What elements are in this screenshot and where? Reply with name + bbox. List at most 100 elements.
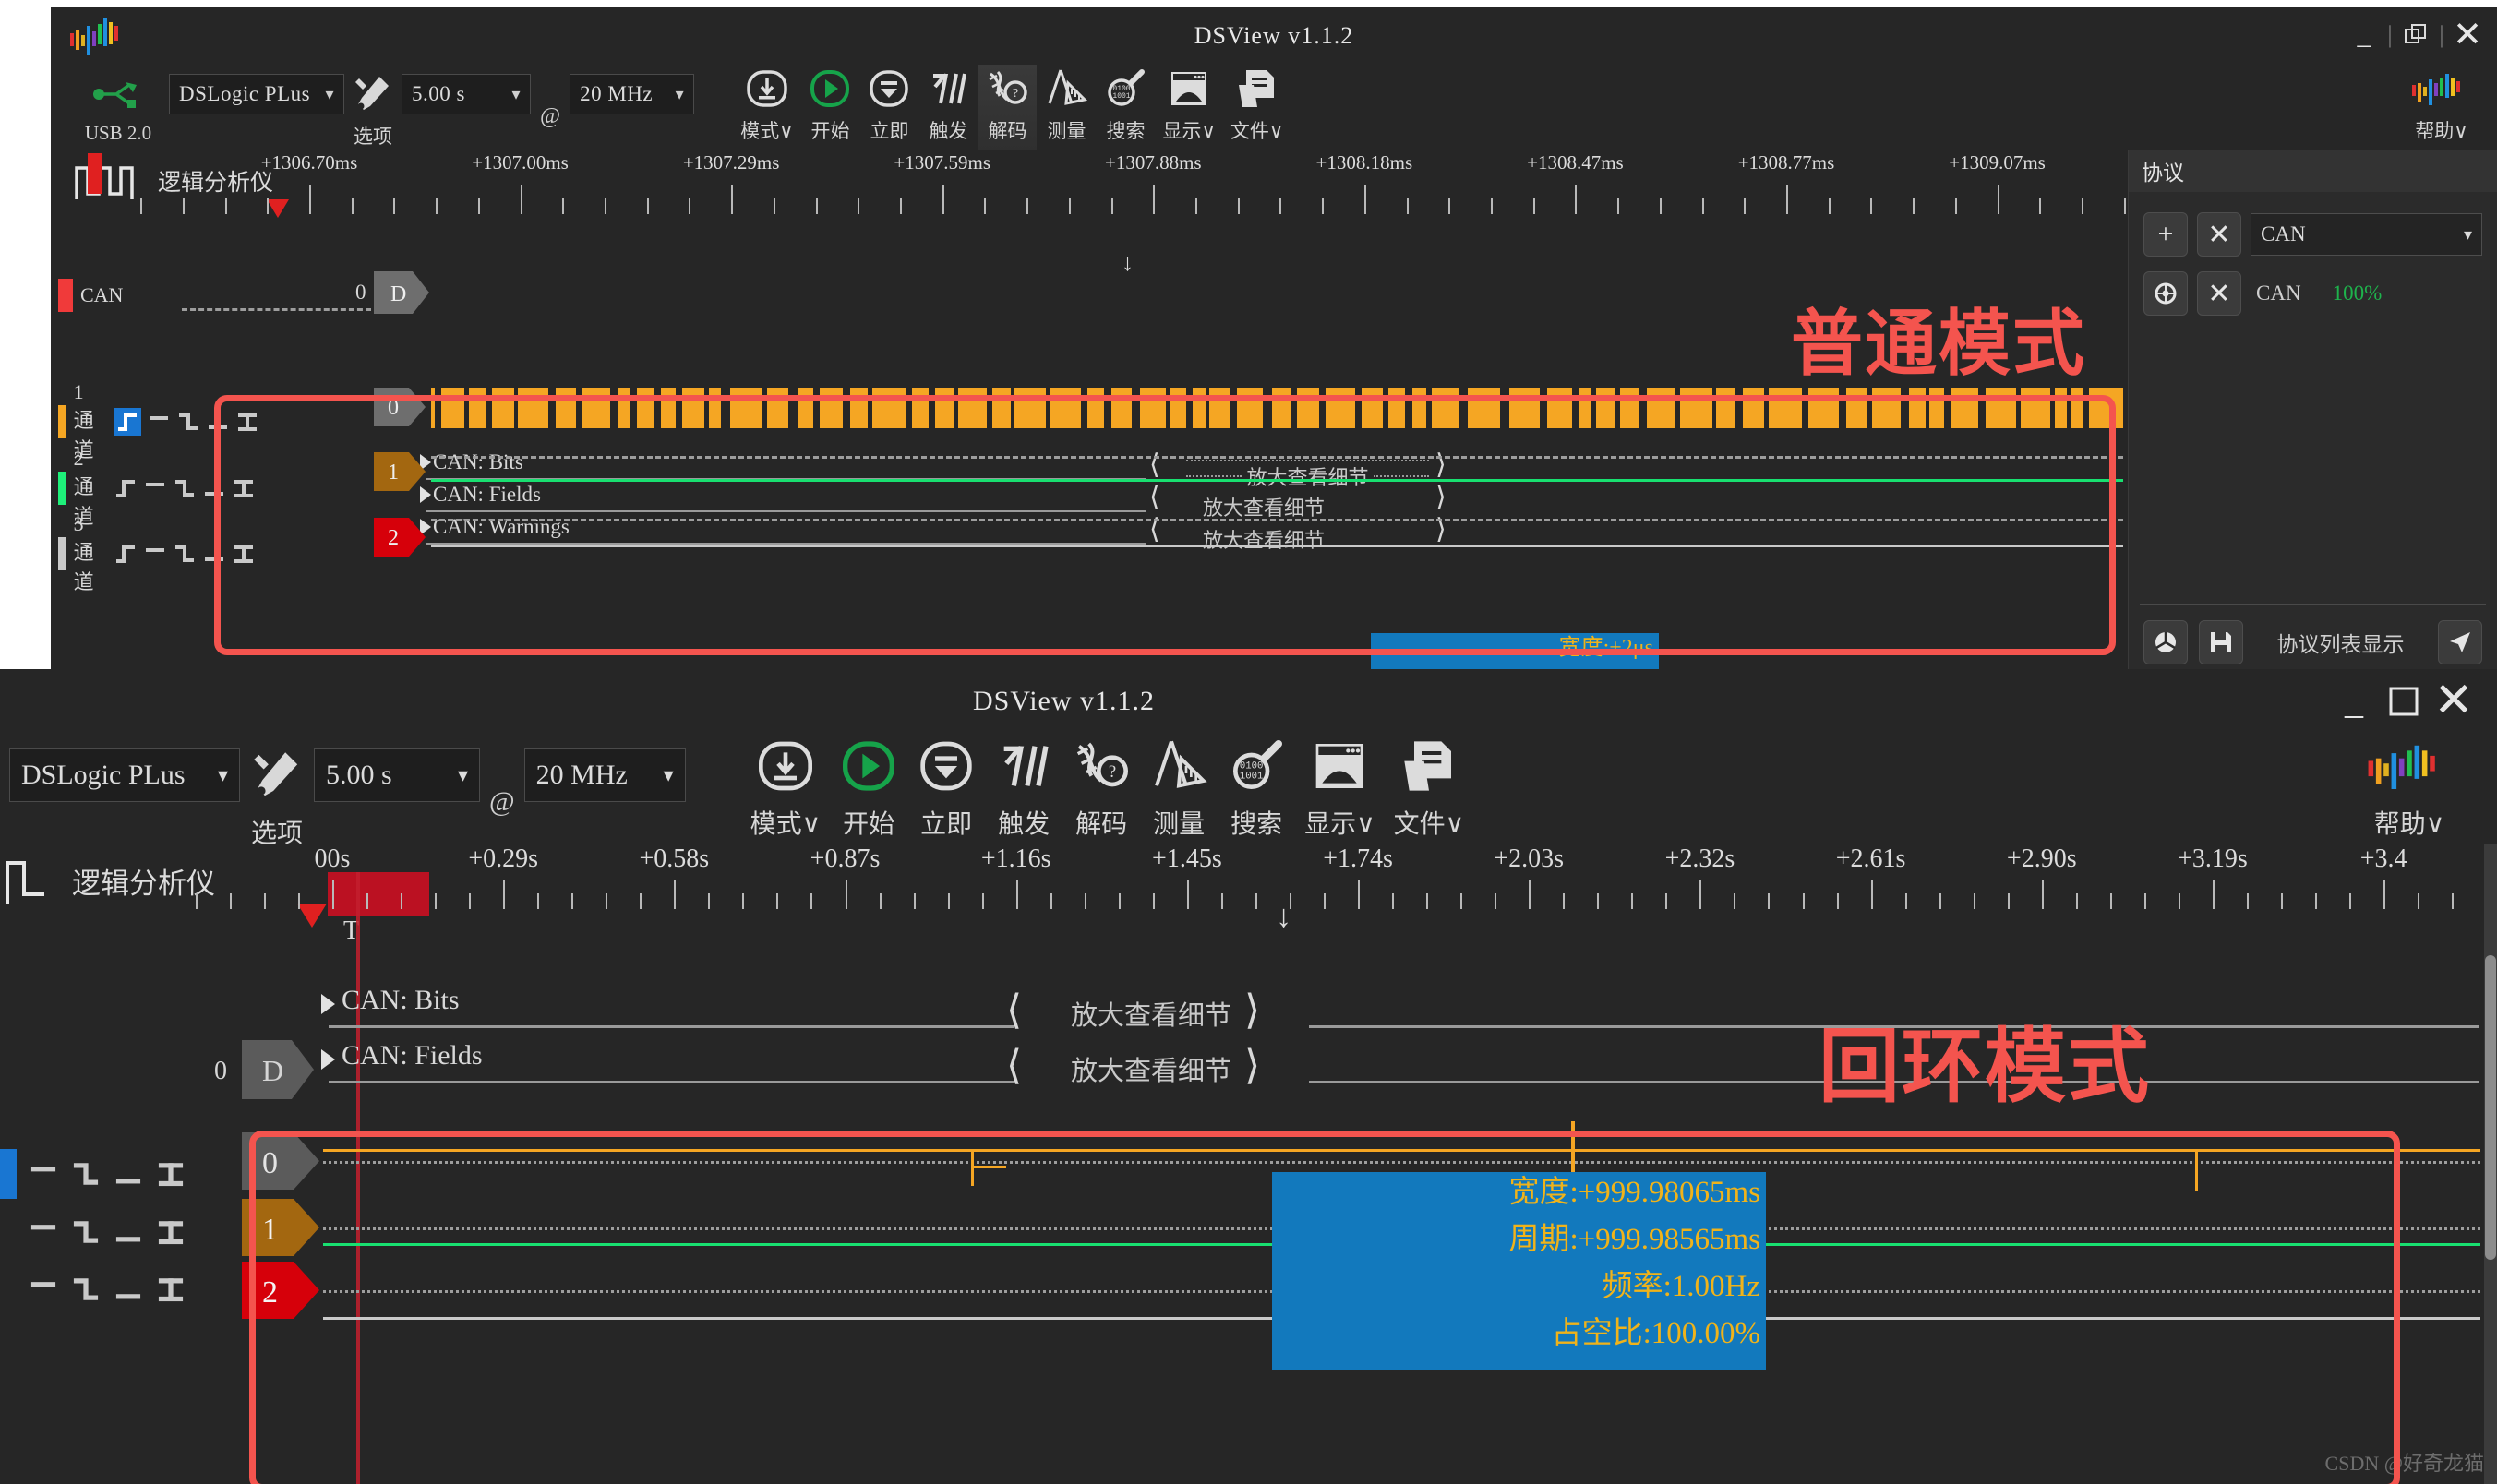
device-select[interactable]: DSLogic PLus ▾ [169,74,344,114]
trigger-both-icon[interactable] [155,1214,186,1251]
remove-all-decoders-button[interactable]: ✕ [2197,212,2241,257]
restore-button[interactable] [2395,17,2436,54]
trigger-button[interactable]: 触发 [985,734,1062,841]
trigger-low-icon[interactable] [206,408,230,436]
start-button[interactable]: 开始 [830,734,907,841]
expand-arrow-icon[interactable] [321,994,335,1014]
trigger-rising-icon[interactable] [114,540,138,568]
channel-tag-2[interactable]: 2 [242,1258,321,1327]
trigger-falling-icon[interactable] [70,1271,102,1308]
help-button[interactable]: 帮助∨ [2349,734,2497,841]
channel-tag-2[interactable]: 2 [374,515,427,564]
trigger-high-icon[interactable] [28,1271,59,1308]
protocol-select[interactable]: CAN ▾ [2251,213,2482,256]
trigger-falling-icon[interactable] [70,1214,102,1251]
measurement-selection[interactable]: 宽度:+999.98065ms 周期:+999.98565ms 频率:1.00H… [1272,1172,1766,1370]
save-protocol-button[interactable] [2199,620,2243,664]
trigger-low-icon[interactable] [202,540,226,568]
protocol-options-button[interactable] [2143,620,2188,664]
duration-select[interactable]: 5.00 s ▾ [314,748,480,802]
channel-triggers-1[interactable] [0,1214,186,1251]
restore-button[interactable] [2379,678,2429,724]
decoder-settings-button[interactable] [2143,271,2188,316]
trigger-low-icon[interactable] [113,1214,144,1251]
instant-button[interactable]: 立即 [907,734,985,841]
trigger-low-icon[interactable] [202,474,226,502]
trigger-rising-icon[interactable] [114,474,138,502]
trigger-high-icon[interactable] [147,408,171,436]
display-button[interactable]: 显示∨ [1295,734,1385,841]
trigger-low-icon[interactable] [113,1155,144,1192]
waveform-pulse [676,388,682,428]
trigger-both-icon[interactable] [232,540,256,568]
measurement-selection[interactable]: 宽度:+2μs 周期:+29μs 频率:34.48KHz 占空比:6.90% [1371,633,1659,672]
svg-text:0: 0 [388,396,399,420]
file-button[interactable]: 文件∨ [1223,65,1291,144]
start-button[interactable]: 开始 [800,65,859,144]
trigger-high-icon[interactable] [143,474,167,502]
channel-triggers-0[interactable] [0,1149,186,1199]
expand-arrow-icon[interactable] [321,1049,335,1070]
trigger-both-icon[interactable] [155,1271,186,1308]
measure-button[interactable]: 测量 [1140,734,1218,841]
timeline-ruler-top[interactable]: +1306.70ms +1307.00ms +1307.29ms +1307.59ms… [140,150,2168,214]
vertical-scrollbar[interactable] [2484,844,2497,1484]
measure-cursor-right[interactable] [2195,1149,2198,1191]
measure-button[interactable]: 测量 [1037,65,1096,144]
remove-decoder-button[interactable]: ✕ [2197,271,2241,316]
protocol-navigate-button[interactable] [2438,620,2482,664]
close-button[interactable]: ✕ [2447,17,2488,54]
trigger-both-icon[interactable] [232,474,256,502]
minimize-button[interactable]: _ [2344,17,2384,54]
channel-triggers-2[interactable] [0,1271,186,1308]
channel-tag-0[interactable]: 0 [242,1129,321,1198]
ruler-tick-minor [195,893,198,909]
waveform-pulse [906,388,912,428]
instant-button[interactable]: 立即 [859,65,918,144]
options-button[interactable]: 选项 [344,65,402,150]
trigger-high-icon[interactable] [28,1155,59,1192]
ruler-tick-minor [1701,198,1704,214]
trigger-both-icon[interactable] [155,1155,186,1192]
decoder-tag[interactable]: D [242,1036,316,1107]
trigger-falling-icon[interactable] [173,474,197,502]
channel-tag-0[interactable]: 0 [374,385,427,434]
waveform-channel-0[interactable] [431,388,2123,428]
mode-button[interactable]: 模式∨ [741,734,831,841]
trigger-low-icon[interactable] [113,1271,144,1308]
search-button[interactable]: 0100 1001 搜索 [1218,734,1295,841]
decode-button[interactable]: ? 解码 [1062,734,1140,841]
waveform-pulse [987,388,992,428]
timeline-ruler-bottom[interactable]: 00s +0.29s +0.58s +0.87s +1.16s +1.45s +1.74s +… [195,844,2489,918]
duration-select[interactable]: 5.00 s ▾ [402,74,531,114]
trigger-rising-icon[interactable] [114,408,142,436]
samplerate-select[interactable]: 20 MHz ▾ [523,748,686,802]
display-button[interactable]: 显示∨ [1155,65,1222,144]
file-button[interactable]: 文件∨ [1385,734,1474,841]
samplerate-select[interactable]: 20 MHz ▾ [570,74,695,114]
trigger-falling-icon[interactable] [176,408,200,436]
channel-row-3[interactable]: 3通道 [58,512,256,595]
scrollbar-thumb[interactable] [2485,955,2496,1260]
channel-tag-1[interactable]: 1 [374,449,427,498]
trigger-high-icon[interactable] [143,540,167,568]
close-button[interactable]: ✕ [2429,677,2479,725]
device-connection: USB 2.0 [67,65,169,145]
options-button[interactable]: 选项 [240,734,314,850]
decode-button[interactable]: ? 解码 [978,65,1038,150]
trigger-button[interactable]: 触发 [918,65,978,144]
decoder-tag[interactable]: D [374,268,431,322]
add-decoder-button[interactable]: + [2143,212,2188,257]
channel-row-can[interactable]: CAN [58,279,123,312]
trigger-both-icon[interactable] [235,408,259,436]
trigger-falling-icon[interactable] [173,540,197,568]
device-select[interactable]: DSLogic PLus ▾ [9,748,240,802]
search-button[interactable]: 0100 1001 搜索 [1096,65,1155,144]
channel-tag-1[interactable]: 1 [242,1195,321,1264]
waveform-pulse [1500,388,1509,428]
mode-button[interactable]: 模式∨ [733,65,800,144]
help-button[interactable]: 帮助∨ [2386,65,2497,144]
trigger-falling-icon[interactable] [70,1155,102,1192]
trigger-high-icon[interactable] [28,1214,59,1251]
minimize-button[interactable]: _ [2329,678,2379,724]
